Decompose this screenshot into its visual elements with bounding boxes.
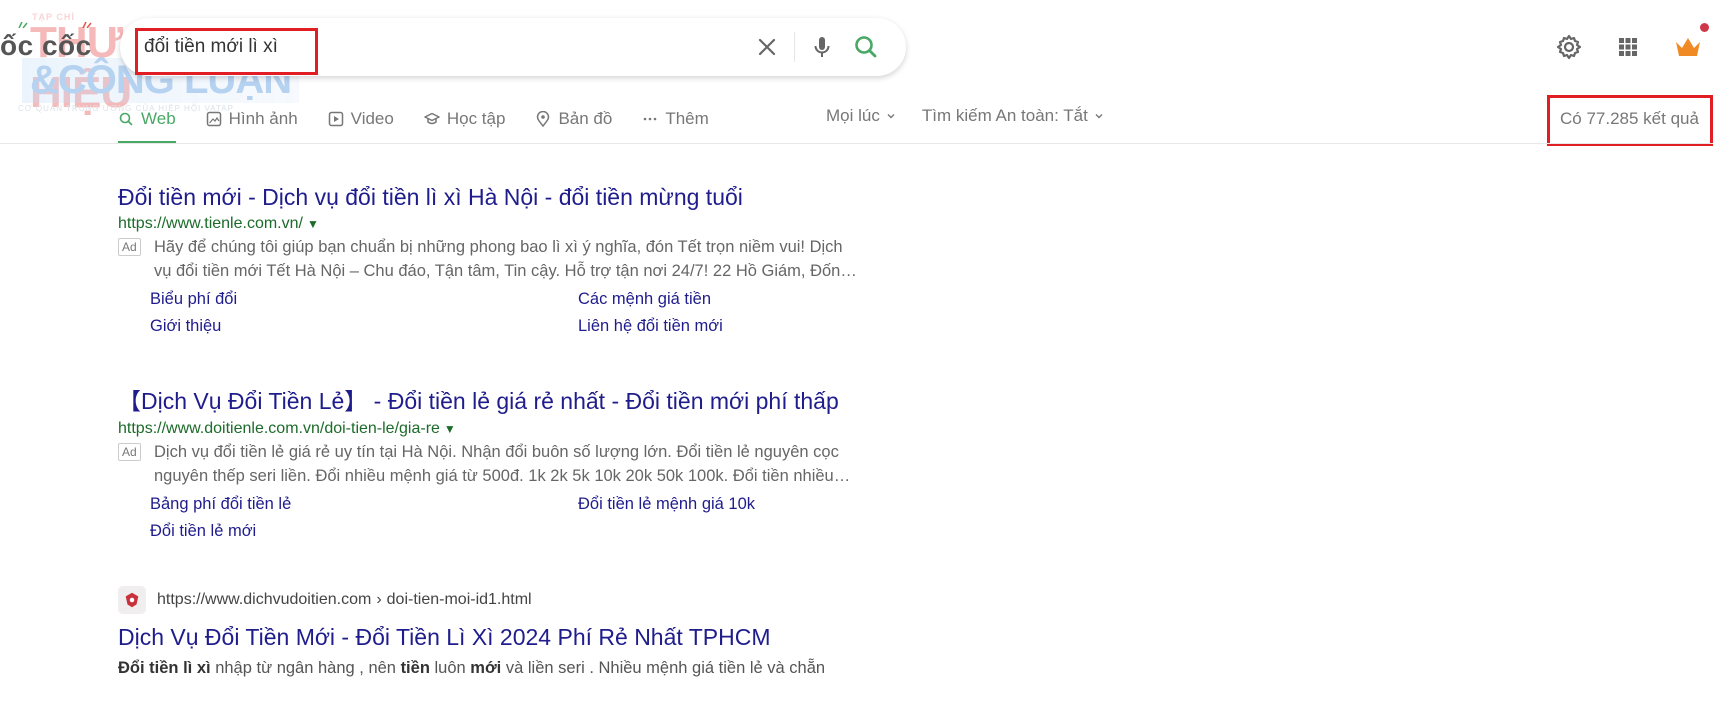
header-divider: [0, 143, 1713, 144]
ad-result: 【Dịch Vụ Đổi Tiền Lẻ】 - Đổi tiền lẻ giá …: [118, 382, 918, 542]
search-icon: [855, 36, 877, 58]
coccoc-logo[interactable]: ốc cốc: [0, 22, 92, 62]
ad-result: Đổi tiền mới - Dịch vụ đổi tiền lì xì Hà…: [118, 184, 918, 337]
play-icon: [328, 111, 343, 127]
result-source[interactable]: https://www.dichvudoitien.com › doi-tien…: [118, 586, 918, 614]
notification-dot: [1700, 23, 1709, 32]
tab-label: Bản đồ: [558, 109, 613, 128]
description-line: nguyên thếp seri liền. Đổi nhiều mệnh gi…: [154, 467, 851, 485]
microphone-icon: [814, 37, 830, 57]
tab-maps[interactable]: Bản đồ: [535, 104, 612, 134]
logo-text: ốc cốc: [0, 30, 92, 61]
tab-web[interactable]: Web: [118, 104, 176, 144]
caret-down-icon[interactable]: ▼: [307, 217, 319, 231]
description-line: Dịch vụ đổi tiền lẻ giá rẻ uy tín tại Hà…: [154, 443, 839, 461]
tab-more[interactable]: Thêm: [642, 104, 709, 134]
sitelink[interactable]: Biểu phí đổi: [150, 289, 578, 310]
gear-icon: [1556, 34, 1582, 60]
apps-grid-icon: [1619, 38, 1637, 56]
tab-label: Học tập: [446, 109, 506, 128]
sitelinks: Biểu phí đổi Các mệnh giá tiền Giới thiệ…: [118, 289, 918, 337]
filter-label: Mọi lúc: [826, 106, 880, 125]
search-icon: [119, 112, 133, 126]
ad-badge: Ad: [118, 238, 141, 256]
sitelink[interactable]: Bảng phí đổi tiền lẻ: [150, 494, 578, 515]
sitelink[interactable]: Liên hệ đổi tiền mới: [578, 316, 878, 337]
tab-video[interactable]: Video: [328, 104, 394, 134]
clear-search-button[interactable]: [752, 32, 782, 62]
result-url[interactable]: https://www.tienle.com.vn/ ▼: [118, 215, 918, 233]
result-url-path: doi-tien-moi-id1.html: [386, 591, 532, 608]
result-url[interactable]: https://www.doitienle.com.vn/doi-tien-le…: [118, 420, 918, 438]
more-dots-icon: [644, 117, 657, 121]
result-description: Đổi tiền lì xì nhập từ ngân hàng , nên t…: [118, 659, 918, 678]
result-description: Ad Hãy để chúng tôi giúp bạn chuẩn bị nh…: [118, 235, 918, 283]
sitelink[interactable]: Đổi tiền lẻ mới: [150, 521, 578, 542]
result-title-link[interactable]: Dịch Vụ Đổi Tiền Mới - Đổi Tiền Lì Xì 20…: [118, 624, 918, 651]
leaf-icon: [18, 22, 28, 28]
url-separator: ›: [376, 591, 382, 608]
result-url-domain: https://www.dichvudoitien.com: [157, 591, 372, 608]
sitelink[interactable]: Các mệnh giá tiền: [578, 289, 878, 310]
map-pin-icon: [537, 111, 550, 127]
crown-icon: [1676, 38, 1700, 56]
sitelink[interactable]: Đổi tiền lẻ mệnh giá 10k: [578, 494, 878, 515]
close-icon: [758, 38, 776, 56]
ad-badge: Ad: [118, 443, 141, 461]
snippet-text: và liền seri . Nhiều mệnh giá tiền lẻ và…: [501, 659, 826, 677]
result-url-text: https://www.tienle.com.vn/: [118, 215, 303, 232]
caret-down-icon[interactable]: ▼: [444, 422, 456, 436]
search-filters: Mọi lúc Tìm kiếm An toàn: Tắt: [826, 106, 1130, 126]
search-input[interactable]: [142, 31, 706, 63]
result-title-link[interactable]: 【Dịch Vụ Đổi Tiền Lẻ】 - Đổi tiền lẻ giá …: [118, 382, 918, 416]
result-title-link[interactable]: Đổi tiền mới - Dịch vụ đổi tiền lì xì Hà…: [118, 184, 918, 211]
site-favicon-icon: [118, 586, 146, 614]
chevron-down-icon: [887, 114, 895, 119]
result-description: Ad Dịch vụ đổi tiền lẻ giá rẻ uy tín tại…: [118, 440, 918, 488]
leaf-icon: [82, 22, 92, 28]
search-divider: [794, 32, 795, 62]
premium-button[interactable]: [1673, 32, 1703, 62]
search-submit-button[interactable]: [850, 31, 882, 63]
snippet-text: luôn: [429, 659, 471, 677]
organic-result: https://www.dichvudoitien.com › doi-tien…: [118, 586, 918, 678]
description-line: vụ đổi tiền mới Tết Hà Nội – Chu đáo, Tậ…: [154, 262, 857, 280]
snippet-bold: mới: [470, 659, 502, 677]
settings-button[interactable]: [1554, 32, 1584, 62]
filter-label: Tìm kiếm An toàn: Tắt: [921, 106, 1088, 125]
snippet-text: nhập từ ngân hàng , nên: [210, 659, 401, 677]
snippet-bold: tiền: [400, 659, 430, 677]
result-url-text: https://www.doitienle.com.vn/doi-tien-le…: [118, 420, 440, 437]
result-count: Có 77.285 kết quả: [1560, 109, 1699, 128]
favicon-shape: [125, 592, 139, 608]
time-filter-dropdown[interactable]: Mọi lúc: [826, 106, 896, 126]
watermark-small-text: TẠP CHÍ: [32, 12, 75, 22]
image-icon: [206, 111, 221, 127]
graduation-cap-icon: [424, 112, 440, 125]
search-tabs: Web Hình ảnh Video Học tập Bản đồ Thêm: [118, 104, 739, 144]
tab-learning[interactable]: Học tập: [424, 104, 506, 134]
sitelink[interactable]: Giới thiệu: [150, 316, 578, 337]
tab-label: Video: [350, 109, 394, 128]
snippet-bold: Đổi tiền lì xì: [118, 659, 211, 677]
tab-images[interactable]: Hình ảnh: [206, 104, 298, 134]
tab-label: Thêm: [665, 109, 709, 128]
tab-label: Web: [141, 109, 176, 128]
safe-search-dropdown[interactable]: Tìm kiếm An toàn: Tắt: [922, 106, 1104, 126]
chevron-down-icon: [1095, 114, 1103, 119]
search-bar: [120, 18, 906, 76]
tab-label: Hình ảnh: [228, 109, 298, 128]
description-line: Hãy để chúng tôi giúp bạn chuẩn bị những…: [154, 238, 843, 256]
sitelinks: Bảng phí đổi tiền lẻ Đổi tiền lẻ mệnh gi…: [118, 494, 918, 542]
voice-search-button[interactable]: [807, 32, 837, 62]
apps-button[interactable]: [1613, 32, 1643, 62]
